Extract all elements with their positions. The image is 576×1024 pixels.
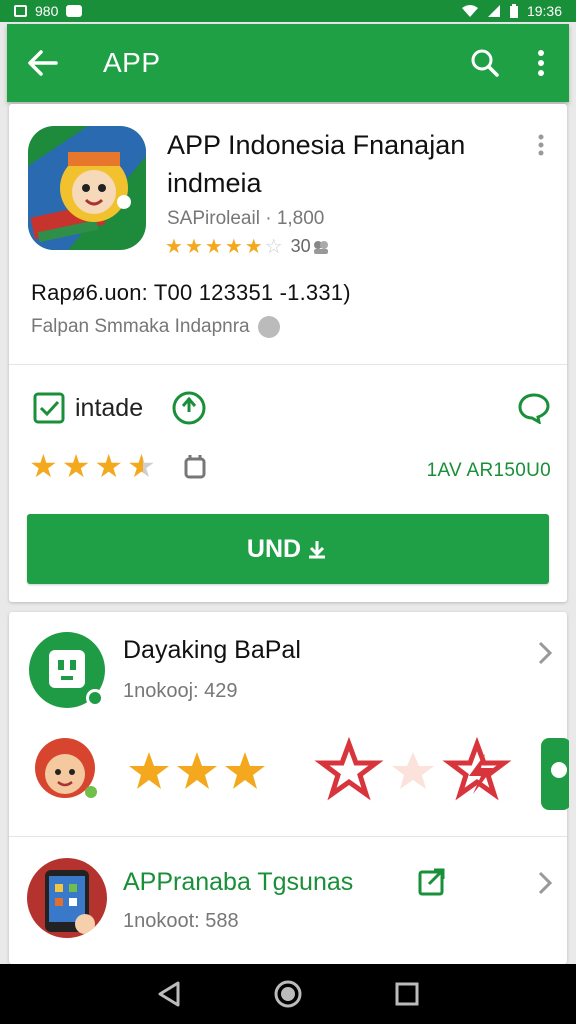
divider xyxy=(9,364,567,365)
checkbox-checked-icon[interactable] xyxy=(33,392,65,424)
arrow-back-icon xyxy=(28,50,58,76)
comment-button[interactable] xyxy=(517,392,551,429)
star-half-icon: ★ xyxy=(244,235,263,258)
star-outline-icon: ☆ xyxy=(264,235,283,258)
star-icon xyxy=(225,752,265,789)
star-icon[interactable]: ★ xyxy=(29,450,58,482)
category-label: Falpan Smmaka Indapnra xyxy=(31,316,250,337)
search-icon xyxy=(471,49,499,77)
download-icon xyxy=(309,541,326,559)
star-icon xyxy=(177,752,217,789)
battery-icon xyxy=(509,4,518,18)
app-icon xyxy=(28,126,146,250)
search-button[interactable] xyxy=(457,48,513,78)
app-bar-title: APP xyxy=(103,47,161,78)
back-button[interactable] xyxy=(7,49,77,77)
share-icon[interactable] xyxy=(180,451,210,481)
user-rating-stars[interactable]: ★ ★ ★ ★ xyxy=(29,450,210,482)
star-outline-icon xyxy=(392,752,434,789)
chevron-right-icon[interactable] xyxy=(537,640,553,671)
related-app-icon xyxy=(27,858,107,938)
star-icon: ★ xyxy=(165,235,183,258)
info-icon xyxy=(257,316,280,338)
character-face-icon xyxy=(35,738,97,798)
people-icon xyxy=(313,240,328,254)
rating-strip xyxy=(29,730,571,810)
install-button[interactable]: UND xyxy=(27,514,549,584)
install-checkbox-row[interactable]: intade xyxy=(33,390,207,426)
divider xyxy=(9,836,567,837)
related-apps-card: Dayaking BaPal 1nokooj: 429 APPranaba Tg… xyxy=(9,612,571,964)
notification-icon xyxy=(14,5,27,17)
nav-back-icon[interactable] xyxy=(156,980,182,1008)
nav-recents-icon[interactable] xyxy=(394,981,420,1007)
related-app-subtitle: 1nokooj: 429 xyxy=(123,680,238,702)
red-star-icon xyxy=(314,736,384,801)
related-app-item[interactable]: APPranaba Tgsunas 1nokoot: 588 xyxy=(9,838,567,964)
related-app-icon xyxy=(29,632,105,708)
open-in-new-icon[interactable] xyxy=(417,866,447,896)
app-title: APP Indonesia Fnanajan indmeia xyxy=(167,130,466,198)
camera-notification-icon xyxy=(66,5,83,17)
more-vert-icon xyxy=(538,134,544,156)
star-icon: ★ xyxy=(204,235,223,258)
star-icon: ★ xyxy=(224,235,243,258)
rating-summary: ★ ★ ★ ★ ★ ☆ 30 xyxy=(165,236,329,257)
status-time: 19:36 xyxy=(526,3,562,19)
install-button-label: UND xyxy=(246,534,302,563)
related-app-item[interactable]: Dayaking BaPal 1nokooj: 429 xyxy=(9,612,567,722)
nav-home-icon[interactable] xyxy=(274,980,302,1008)
download-size: 1AV AR150U0 xyxy=(426,460,551,481)
app-bar: APP xyxy=(7,24,569,102)
related-app-subtitle: 1nokoot: 588 xyxy=(123,910,239,932)
star-icon xyxy=(129,752,169,789)
overflow-menu-button[interactable] xyxy=(513,49,569,77)
install-option-label: intade xyxy=(75,393,144,422)
more-vert-icon xyxy=(538,50,544,76)
app-card-menu-button[interactable] xyxy=(537,134,545,161)
status-bar: 980 19:36 xyxy=(0,0,576,22)
star-icon: ★ xyxy=(184,235,203,258)
related-app-title: APPranaba Tgsunas xyxy=(123,868,354,896)
related-app-title: Dayaking BaPal xyxy=(123,636,301,664)
touch-icon[interactable] xyxy=(171,390,207,426)
app-detail-card: APP Indonesia Fnanajan indmeia SAPirolea… xyxy=(9,104,567,602)
rating-count: 30 xyxy=(290,236,311,256)
chevron-right-icon[interactable] xyxy=(537,870,553,901)
system-navigation-bar xyxy=(0,964,576,1024)
wifi-icon xyxy=(461,5,478,17)
star-icon[interactable]: ★ xyxy=(94,450,123,482)
status-left-text: 980 xyxy=(35,3,59,19)
star-half-icon[interactable]: ★ xyxy=(127,450,156,482)
comment-icon xyxy=(518,393,550,425)
star-icon[interactable]: ★ xyxy=(62,450,91,482)
signal-icon xyxy=(487,5,500,17)
category-link[interactable]: Falpan Smmaka Indapnra xyxy=(31,316,280,338)
developer-name[interactable]: SAPiroleail · 1,800 xyxy=(167,208,324,230)
version-info: Rapø6.uon: T00 123351 -1.331) xyxy=(31,280,351,305)
